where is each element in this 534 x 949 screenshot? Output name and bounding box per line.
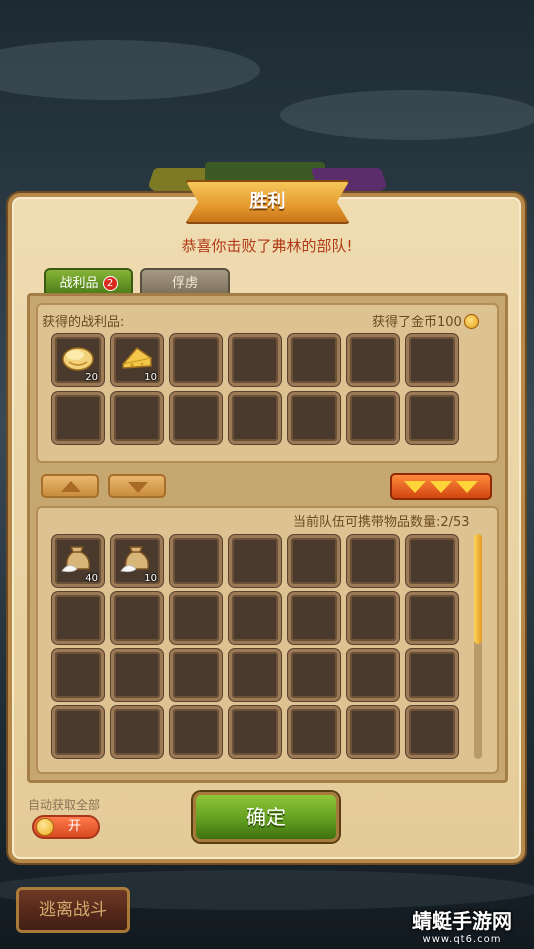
inventory-slot[interactable] (170, 649, 222, 701)
inventory-slot[interactable] (52, 649, 104, 701)
loot-grid: 20 10 (52, 334, 458, 444)
inventory-slot[interactable] (111, 592, 163, 644)
loot-slot[interactable] (288, 392, 340, 444)
cheese-icon (122, 346, 152, 369)
toggle-state-label: 开 (68, 819, 82, 834)
inventory-slot[interactable] (347, 535, 399, 587)
flour-sack-icon (120, 546, 150, 573)
auto-collect-label: 自动获取全部 (28, 798, 101, 812)
inventory-slot[interactable] (229, 592, 281, 644)
arrow-up-icon (61, 481, 81, 492)
scrollbar-thumb[interactable] (474, 534, 482, 644)
loot-slot[interactable] (229, 334, 281, 386)
inventory-slot[interactable] (347, 592, 399, 644)
auto-collect-toggle[interactable]: 开 (32, 815, 100, 839)
toggle-knob (36, 818, 54, 836)
inventory-slot[interactable] (229, 706, 281, 758)
inventory-slot[interactable] (111, 649, 163, 701)
coin-icon (463, 314, 479, 329)
inventory-slot[interactable]: 10 (111, 535, 163, 587)
flee-battle-button[interactable]: 逃离战斗 (16, 887, 130, 933)
move-all-down-button[interactable] (390, 473, 492, 500)
loot-slot[interactable] (347, 392, 399, 444)
arrow-down-icon (430, 480, 452, 493)
move-down-button[interactable] (108, 474, 166, 498)
inventory-slot[interactable] (52, 592, 104, 644)
loot-slot[interactable] (347, 334, 399, 386)
tab-prisoners[interactable]: 俘虏 (140, 268, 230, 295)
inventory-slot[interactable] (347, 706, 399, 758)
watermark-url: www.qt6.com (422, 934, 502, 945)
inventory-slot[interactable] (406, 649, 458, 701)
confirm-button[interactable]: 确定 (193, 792, 339, 842)
watermark-title: 蜻蜓手游网 (412, 909, 512, 933)
background-cloud (0, 40, 260, 100)
inventory-grid: 40 10 (52, 535, 458, 758)
inventory-slot[interactable]: 40 (52, 535, 104, 587)
inventory-slot[interactable] (406, 706, 458, 758)
inventory-slot[interactable] (288, 706, 340, 758)
arrow-down-icon (404, 480, 426, 493)
inventory-slot[interactable] (229, 649, 281, 701)
inventory-slot[interactable] (170, 706, 222, 758)
inventory-slot[interactable] (406, 535, 458, 587)
inventory-slot[interactable] (170, 592, 222, 644)
arrow-down-icon (456, 480, 478, 493)
inventory-slot[interactable] (288, 535, 340, 587)
flour-sack-icon (61, 546, 91, 573)
inventory-capacity: 当前队伍可携带物品数量:2/53 (293, 515, 470, 530)
loot-slot[interactable] (170, 334, 222, 386)
loot-slot[interactable] (229, 392, 281, 444)
inventory-slot[interactable] (347, 649, 399, 701)
bread-icon (62, 347, 94, 371)
watermark: 蜻蜓手游网 www.qt6.com (392, 905, 532, 945)
loot-slot[interactable]: 10 (111, 334, 163, 386)
inventory-slot[interactable] (111, 706, 163, 758)
tab-loot[interactable]: 战利品 2 (44, 268, 133, 295)
loot-slot[interactable] (170, 392, 222, 444)
inventory-slot[interactable] (406, 592, 458, 644)
arrow-down-icon (128, 482, 148, 493)
inventory-scrollbar[interactable] (474, 534, 482, 759)
loot-slot[interactable] (288, 334, 340, 386)
item-quantity: 10 (144, 372, 157, 383)
inventory-slot[interactable] (288, 592, 340, 644)
victory-ribbon-title: 胜利 (185, 180, 350, 224)
item-quantity: 10 (144, 573, 157, 584)
result-subtitle: 恭喜你击败了弗林的部队! (181, 237, 353, 255)
loot-slot[interactable]: 20 (52, 334, 104, 386)
tab-loot-label: 战利品 (59, 276, 99, 291)
loot-count-badge: 2 (102, 276, 118, 291)
inventory-slot[interactable] (170, 535, 222, 587)
tab-prisoners-label: 俘虏 (171, 276, 198, 291)
inventory-slot[interactable] (52, 706, 104, 758)
loot-slot[interactable] (111, 392, 163, 444)
inventory-slot[interactable] (229, 535, 281, 587)
loot-slot[interactable] (406, 334, 458, 386)
loot-slot[interactable] (406, 392, 458, 444)
gold-reward-text: 获得了金币100 (372, 315, 462, 330)
move-up-button[interactable] (41, 474, 99, 498)
item-quantity: 20 (85, 372, 98, 383)
gold-reward: 获得了金币100 (372, 311, 479, 330)
loot-slot[interactable] (52, 392, 104, 444)
loot-label: 获得的战利品: (42, 315, 125, 330)
background-cloud (280, 90, 534, 140)
item-quantity: 40 (85, 573, 98, 584)
inventory-slot[interactable] (288, 649, 340, 701)
